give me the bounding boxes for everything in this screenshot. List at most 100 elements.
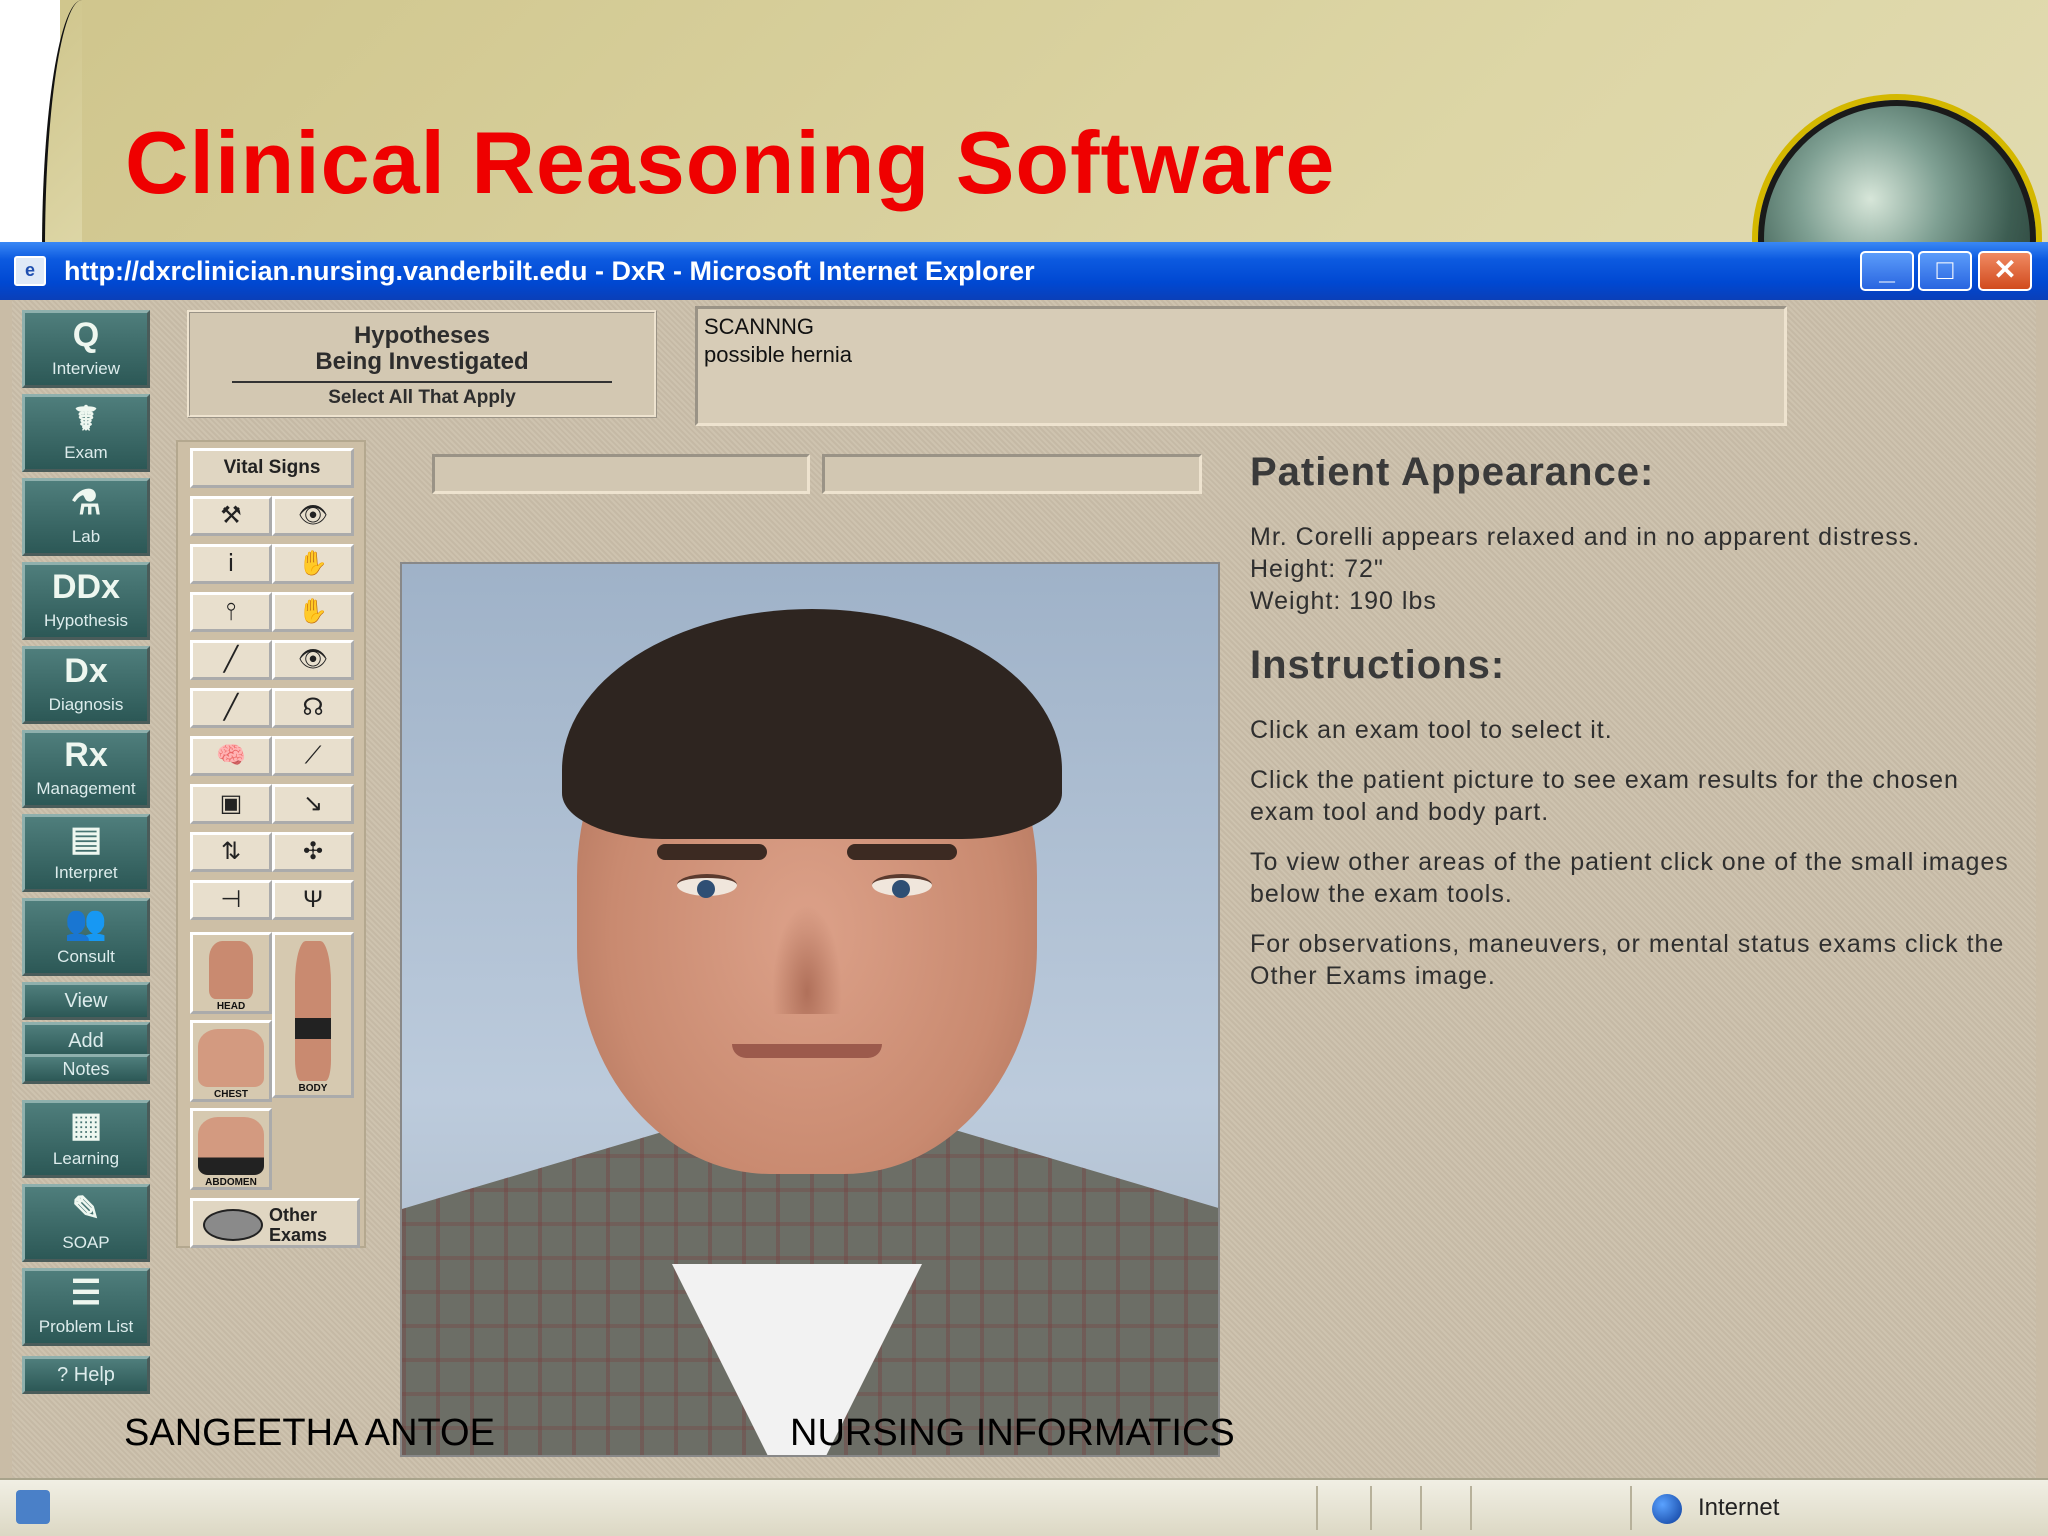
patient-eye-left (677, 874, 737, 898)
consult-icon: 👥 (64, 904, 108, 942)
scan-line-2: possible hernia (704, 342, 852, 367)
slide-title: Clinical Reasoning Software (125, 113, 1336, 212)
instruction-4: For observations, maneuvers, or mental s… (1250, 930, 2005, 990)
problem-list-icon: ☰ (70, 1274, 102, 1312)
nav-management[interactable]: Rx Management (22, 730, 150, 808)
lab-icon: ⚗ (70, 484, 102, 522)
patient-brow-left (657, 844, 767, 860)
body-part-abdomen[interactable]: ABDOMEN (190, 1108, 272, 1190)
nav-exam[interactable]: ☤ Exam (22, 394, 150, 472)
nav-lab[interactable]: ⚗ Lab (22, 478, 150, 556)
maximize-button[interactable]: □ (1918, 251, 1972, 291)
exam-tool-panel: Vital Signs ⚒ 👁 ⅰ ✋ ⫯ ✋ ╱ 👁 ╱ ☊ 🧠 ⟋ ▣ ↘ … (176, 440, 366, 1248)
stethoscope-icon[interactable]: ☊ (272, 688, 354, 728)
body-thumb-icon (295, 941, 331, 1081)
tongue-depressor-icon[interactable]: ╱ (190, 640, 272, 680)
instruction-2: Click the patient picture to see exam re… (1250, 766, 1959, 826)
otoscope-icon[interactable]: ⅰ (190, 544, 272, 584)
nav-label: Interview (51, 359, 121, 378)
eye-icon[interactable]: 👁 (272, 496, 354, 536)
help-button[interactable]: ? Help (22, 1356, 150, 1394)
body-part-chest[interactable]: CHEST (190, 1020, 272, 1102)
fork-icon[interactable]: Ψ (272, 880, 354, 920)
nav-label: Interpret (54, 863, 118, 882)
thermometer-icon[interactable]: ╱ (190, 688, 272, 728)
hypotheses-title-2: Being Investigated (315, 348, 529, 375)
learning-icon: ▦ (69, 1106, 103, 1144)
nav-consult[interactable]: 👥 Consult (22, 898, 150, 976)
dx-icon: Dx (64, 652, 108, 690)
nav-label: Hypothesis (43, 611, 129, 630)
eye-exam-icon[interactable]: 👁 (272, 640, 354, 680)
browser-title: http://dxrclinician.nursing.vanderbilt.e… (64, 256, 1035, 286)
nav-hypothesis[interactable]: DDx Hypothesis (22, 562, 150, 640)
bugs-icon[interactable]: ✣ (272, 832, 354, 872)
reflex-hammer-icon[interactable]: ⚒ (190, 496, 272, 536)
body-part-head[interactable]: HEAD (190, 932, 272, 1014)
nav-label: Lab (71, 527, 101, 546)
nav-label: SOAP (62, 1233, 110, 1252)
appearance-heading: Patient Appearance: (1250, 450, 1655, 494)
nav-label: Problem List (38, 1317, 134, 1336)
reflex-tool-icon[interactable]: ⊣ (190, 880, 272, 920)
nav-view-notes[interactable]: View (22, 982, 150, 1020)
nav-label: Diagnosis (48, 695, 124, 714)
body-part-body[interactable]: BODY (272, 932, 354, 1098)
hand-percussion-icon[interactable]: ✋ (272, 592, 354, 632)
patient-height: Height: 72" (1250, 555, 1384, 583)
browser-titlebar[interactable]: e http://dxrclinician.nursing.vanderbilt… (0, 242, 2048, 300)
browser-statusbar: Internet (0, 1478, 2048, 1536)
hypotheses-button[interactable]: Hypotheses Being Investigated Select All… (187, 310, 657, 418)
status-divider (1420, 1486, 1422, 1530)
patient-hair (562, 609, 1062, 839)
interview-icon: Q (72, 316, 100, 354)
nav-interview[interactable]: Q Interview (22, 310, 150, 388)
nav-diagnosis[interactable]: Dx Diagnosis (22, 646, 150, 724)
status-divider (1370, 1486, 1372, 1530)
slide-course: NURSING INFORMATICS (790, 1412, 1235, 1454)
body-part-label: BODY (298, 1083, 328, 1094)
appearance-text: Mr. Corelli appears relaxed and in no ap… (1250, 523, 1921, 551)
ddx-icon: DDx (51, 568, 121, 606)
minimize-button[interactable]: _ (1860, 251, 1914, 291)
patient-weight: Weight: 190 lbs (1250, 587, 1437, 615)
hypotheses-subtitle: Select All That Apply (328, 387, 516, 408)
brain-icon[interactable]: 🧠 (190, 736, 272, 776)
nav-label: Learning (52, 1149, 120, 1168)
hypotheses-title-1: Hypotheses (353, 322, 491, 349)
other-exams-line-1: Other (269, 1205, 318, 1225)
arrows-icon[interactable]: ⇅ (190, 832, 272, 872)
nav-label: Management (36, 779, 136, 798)
status-divider (1630, 1486, 1632, 1530)
monitor-icon[interactable]: ▣ (190, 784, 272, 824)
exam-icon: ☤ (74, 400, 98, 438)
patient-nose (772, 904, 842, 1014)
vital-signs-button[interactable]: Vital Signs (190, 448, 354, 488)
abdomen-thumb-icon (198, 1117, 264, 1175)
nav-label: Exam (64, 443, 108, 462)
nav-learning[interactable]: ▦ Learning (22, 1100, 150, 1178)
probe-icon[interactable]: ↘ (272, 784, 354, 824)
other-exams-button[interactable]: Other Exams (190, 1198, 360, 1248)
close-button[interactable]: ✕ (1978, 251, 2032, 291)
slide-author: SANGEETHA ANTOE (124, 1412, 495, 1454)
nav-label: Consult (57, 947, 115, 966)
body-part-field (822, 454, 1202, 494)
hypotheses-list[interactable]: SCANNNG possible hernia (695, 306, 1787, 426)
nav-notes-label: Notes (22, 1054, 150, 1084)
nav-problem-list[interactable]: ☰ Problem List (22, 1268, 150, 1346)
other-exams-line-2: Exams (269, 1225, 328, 1245)
nav-interpret[interactable]: ▤ Interpret (22, 814, 150, 892)
nav-soap[interactable]: ✎ SOAP (22, 1184, 150, 1262)
patient-brow-right (847, 844, 957, 860)
body-part-label: HEAD (216, 1001, 246, 1012)
scan-line-1: SCANNNG (704, 314, 815, 339)
swab-icon[interactable]: ⟋ (272, 736, 354, 776)
body-part-label: CHEST (214, 1089, 248, 1100)
hand-palpation-icon[interactable]: ✋ (272, 544, 354, 584)
dxr-content: Q Interview ☤ Exam ⚗ Lab DDx Hypothesis … (12, 300, 2036, 1480)
page-status-icon (16, 1490, 50, 1524)
patient-photo[interactable] (400, 562, 1220, 1457)
status-divider (1316, 1486, 1318, 1530)
tuning-fork-icon[interactable]: ⫯ (190, 592, 272, 632)
